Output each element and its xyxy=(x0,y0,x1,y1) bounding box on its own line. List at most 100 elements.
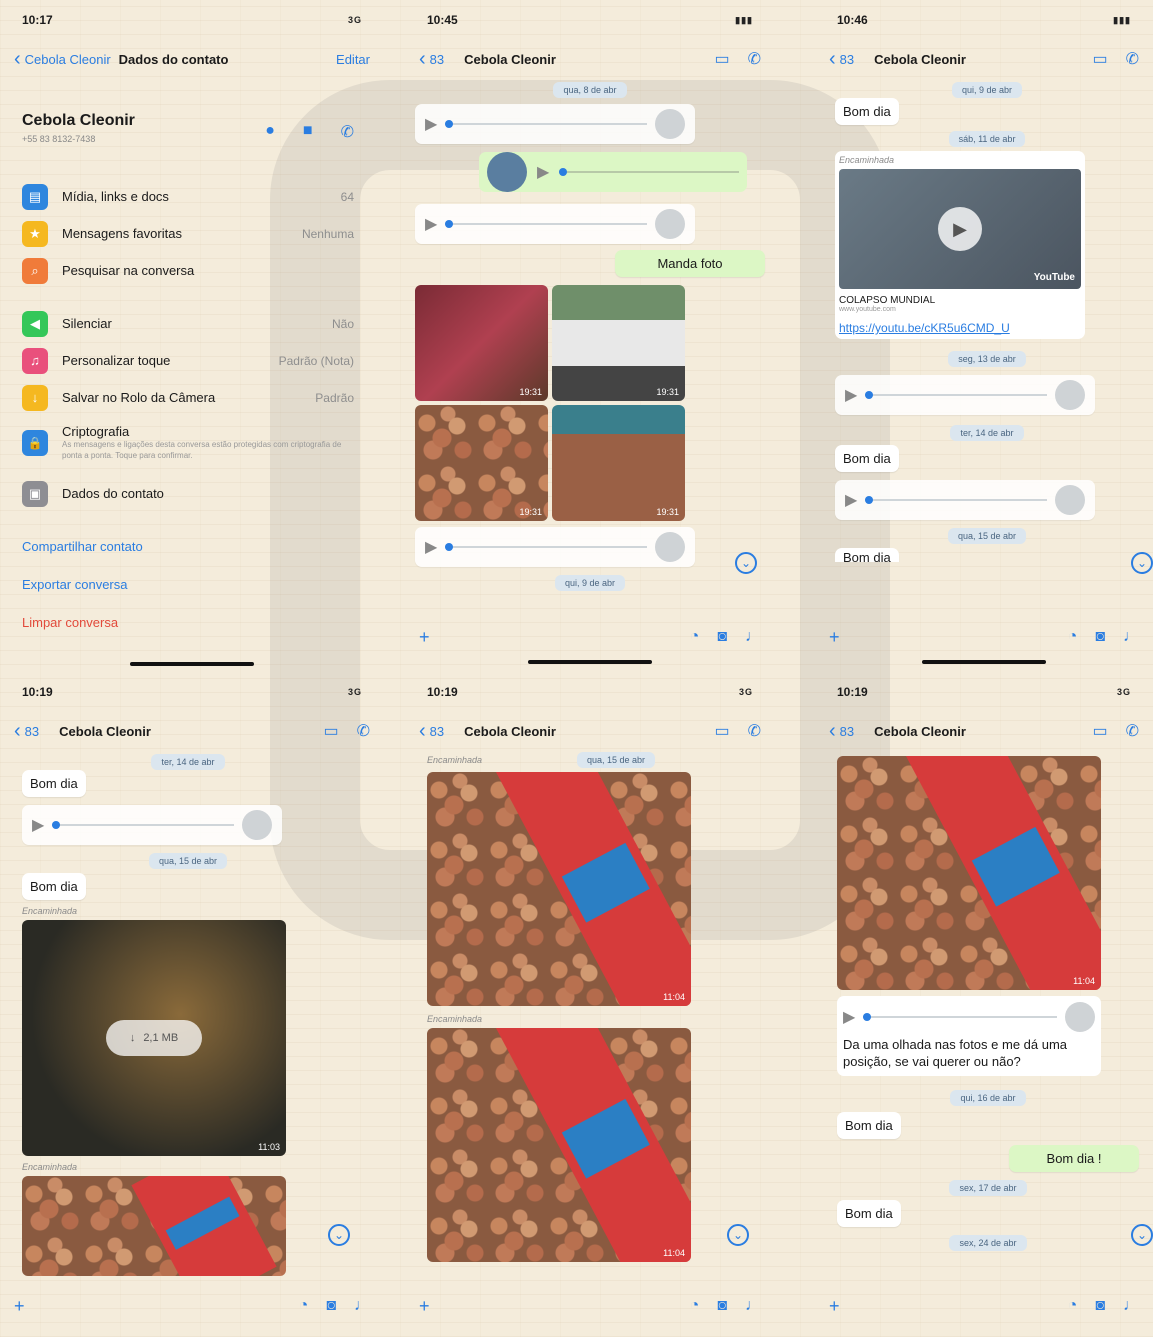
audio-with-text-message[interactable]: ▶ Da uma olhada nas fotos e me dá uma po… xyxy=(837,996,1101,1076)
forwarded-link-message[interactable]: Encaminhada ▶ YouTube COLAPSO MUNDIAL ww… xyxy=(835,151,1085,339)
video-link[interactable]: https://youtu.be/cKR5u6CMD_U xyxy=(839,321,1081,335)
plus-icon[interactable]: + xyxy=(419,627,430,648)
option-save-camera-roll[interactable]: ↓ Salvar no Rolo da Câmera Padrão xyxy=(22,379,354,416)
scroll-down-button[interactable]: ⌄ xyxy=(1131,552,1153,574)
message-icon[interactable]: ● xyxy=(265,122,275,142)
microphone-icon[interactable]: ♩ xyxy=(745,1297,761,1315)
phone-icon[interactable]: ✆ xyxy=(748,721,761,741)
audio-message-outgoing[interactable]: ▶ xyxy=(479,152,747,192)
download-button[interactable]: ↓ 2,1 MB xyxy=(106,1020,202,1056)
back-button[interactable]: ‹ 83 xyxy=(419,721,444,741)
sticker-icon[interactable]: ◔ xyxy=(690,628,700,646)
phone-icon[interactable]: ✆ xyxy=(341,122,354,142)
scroll-down-button[interactable]: ⌄ xyxy=(735,552,757,574)
export-chat-link[interactable]: Exportar conversa xyxy=(22,566,354,604)
photo-thumbnail[interactable]: 19:31 xyxy=(415,405,548,521)
share-contact-link[interactable]: Compartilhar contato xyxy=(22,528,354,566)
play-icon[interactable]: ▶ xyxy=(845,490,857,510)
play-icon[interactable]: ▶ xyxy=(938,207,982,251)
plus-icon[interactable]: + xyxy=(829,1296,840,1317)
microphone-icon[interactable]: ♩ xyxy=(1123,628,1139,646)
camera-icon[interactable]: ◙ xyxy=(717,1297,727,1315)
camera-icon[interactable]: ◙ xyxy=(1095,628,1105,646)
photo-message[interactable]: 11:04 xyxy=(837,756,1101,990)
photo-message[interactable]: ↓ 2,1 MB 11:03 xyxy=(22,920,286,1156)
video-call-icon[interactable]: ▭ xyxy=(1092,721,1107,741)
video-call-icon[interactable]: ■ xyxy=(303,122,313,142)
avatar xyxy=(242,810,272,840)
plus-icon[interactable]: + xyxy=(829,627,840,648)
contact-name: Cebola Cleonir xyxy=(22,112,135,129)
back-button[interactable]: ‹ 83 xyxy=(829,49,854,69)
sticker-icon[interactable]: ◔ xyxy=(1068,1297,1078,1315)
contact-card-icon: ▣ xyxy=(22,480,48,507)
audio-message[interactable]: ▶ xyxy=(415,104,695,144)
scroll-down-button[interactable]: ⌄ xyxy=(328,1224,350,1246)
microphone-icon[interactable]: ♩ xyxy=(354,1297,370,1315)
sticker-icon[interactable]: ◔ xyxy=(690,1297,700,1315)
photo-grid[interactable]: 19:31 19:31 19:31 19:31 xyxy=(415,285,685,521)
play-icon[interactable]: ▶ xyxy=(537,162,549,182)
video-call-icon[interactable]: ▭ xyxy=(714,721,729,741)
phone-icon[interactable]: ✆ xyxy=(357,721,370,741)
camera-icon[interactable]: ◙ xyxy=(1095,1297,1105,1315)
scroll-down-button[interactable]: ⌄ xyxy=(727,1224,749,1246)
option-mute[interactable]: ◀ Silenciar Não xyxy=(22,305,354,342)
option-search[interactable]: ⌕ Pesquisar na conversa xyxy=(22,252,354,289)
avatar xyxy=(655,532,685,562)
microphone-icon[interactable]: ♩ xyxy=(745,628,761,646)
chat-contact-name[interactable]: Cebola Cleonir xyxy=(464,52,714,67)
play-icon[interactable]: ▶ xyxy=(425,537,437,557)
forwarded-label: Encaminhada xyxy=(427,755,483,765)
audio-message[interactable]: ▶ xyxy=(415,527,695,567)
option-media[interactable]: ▤ Mídia, links e docs 64 xyxy=(22,178,354,215)
chat-contact-name[interactable]: Cebola Cleonir xyxy=(464,724,714,739)
back-button[interactable]: ‹ 83 xyxy=(419,49,444,69)
plus-icon[interactable]: + xyxy=(14,1296,25,1317)
audio-message[interactable]: ▶ xyxy=(415,204,695,244)
sticker-icon[interactable]: ◔ xyxy=(299,1297,309,1315)
chat-header: ‹ 83 Cebola Cleonir ▭ ✆ xyxy=(405,716,775,746)
chat-contact-name[interactable]: Cebola Cleonir xyxy=(874,52,1092,67)
photo-message[interactable]: 11:04 xyxy=(427,772,691,1006)
play-icon[interactable]: ▶ xyxy=(843,1007,855,1027)
camera-icon[interactable]: ◙ xyxy=(326,1297,336,1315)
play-icon[interactable]: ▶ xyxy=(425,114,437,134)
plus-icon[interactable]: + xyxy=(419,1296,430,1317)
option-favorites[interactable]: ★ Mensagens favoritas Nenhuma xyxy=(22,215,354,252)
scroll-down-button[interactable]: ⌄ xyxy=(1131,1224,1153,1246)
camera-icon[interactable]: ◙ xyxy=(717,628,727,646)
video-thumbnail[interactable]: ▶ YouTube xyxy=(839,169,1081,289)
audio-message[interactable]: ▶ xyxy=(22,805,282,845)
photo-message[interactable] xyxy=(22,1176,286,1276)
date-separator: qui, 9 de abr xyxy=(554,575,626,591)
play-icon[interactable]: ▶ xyxy=(425,214,437,234)
phone-icon[interactable]: ✆ xyxy=(1126,49,1139,69)
video-call-icon[interactable]: ▭ xyxy=(323,721,338,741)
option-contact-data[interactable]: ▣ Dados do contato xyxy=(22,475,354,512)
microphone-icon[interactable]: ♩ xyxy=(1123,1297,1139,1315)
edit-button[interactable]: Editar xyxy=(336,52,370,67)
photo-thumbnail[interactable]: 19:31 xyxy=(552,405,685,521)
sticker-icon[interactable]: ◔ xyxy=(1068,628,1078,646)
clear-chat-link[interactable]: Limpar conversa xyxy=(22,604,354,642)
back-button[interactable]: ‹ Cebola Cleonir xyxy=(14,49,111,69)
phone-icon[interactable]: ✆ xyxy=(1126,721,1139,741)
phone-icon[interactable]: ✆ xyxy=(748,49,761,69)
chat-contact-name[interactable]: Cebola Cleonir xyxy=(874,724,1092,739)
photo-thumbnail[interactable]: 19:31 xyxy=(552,285,685,401)
photo-thumbnail[interactable]: 19:31 xyxy=(415,285,548,401)
contact-card: Cebola Cleonir +55 83 8132-7438 ● ■ ✆ xyxy=(22,112,354,144)
video-call-icon[interactable]: ▭ xyxy=(714,49,729,69)
video-call-icon[interactable]: ▭ xyxy=(1092,49,1107,69)
back-button[interactable]: ‹ 83 xyxy=(14,721,39,741)
chat-contact-name[interactable]: Cebola Cleonir xyxy=(59,724,323,739)
photo-message[interactable]: 11:04 xyxy=(427,1028,691,1262)
audio-message[interactable]: ▶ xyxy=(835,375,1095,415)
back-button[interactable]: ‹ 83 xyxy=(829,721,854,741)
option-encryption[interactable]: 🔒 Criptografia As mensagens e ligações d… xyxy=(22,424,354,461)
audio-message[interactable]: ▶ xyxy=(835,480,1095,520)
play-icon[interactable]: ▶ xyxy=(32,815,44,835)
option-ringtone[interactable]: ♫ Personalizar toque Padrão (Nota) xyxy=(22,342,354,379)
play-icon[interactable]: ▶ xyxy=(845,385,857,405)
